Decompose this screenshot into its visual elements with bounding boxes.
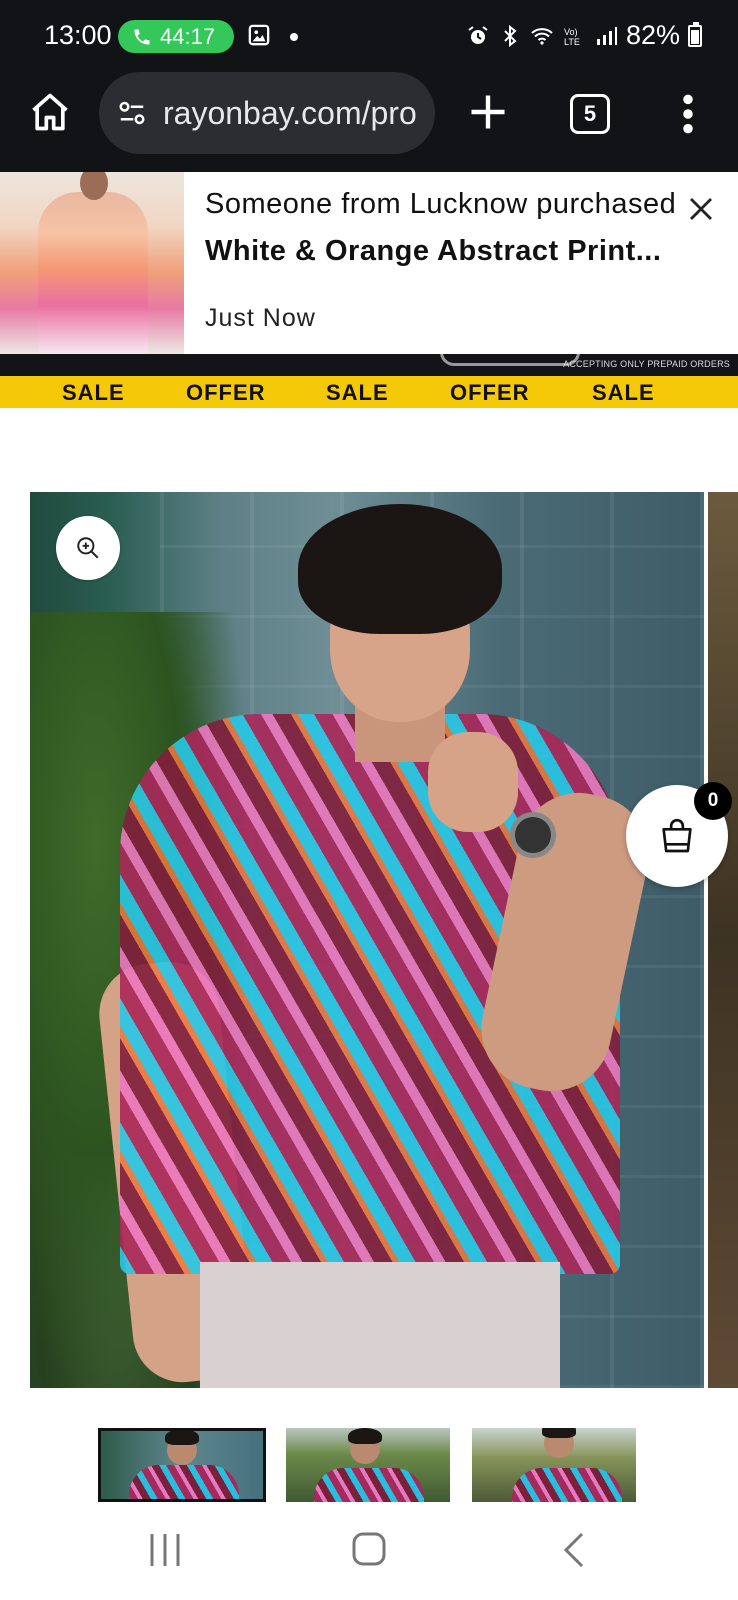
notification-product-image	[0, 172, 184, 354]
product-image-next-peek[interactable]	[708, 492, 738, 1388]
battery-percent: 82%	[625, 20, 680, 50]
phone-icon	[134, 29, 150, 44]
bluetooth-icon	[504, 24, 517, 47]
wifi-icon	[531, 27, 553, 45]
prepaid-notice: ACCEPTING ONLY PREPAID ORDERS	[563, 359, 730, 369]
back-icon[interactable]	[562, 1532, 586, 1568]
system-nav-bar	[0, 1502, 738, 1600]
notification-message: Someone from Lucknow purchased	[205, 188, 677, 220]
call-timer: 44:17	[160, 23, 216, 49]
recent-apps-icon[interactable]	[148, 1532, 182, 1568]
url-text: rayonbay.com/pro	[163, 94, 417, 131]
status-bar: 13:00 44:17 Vo) LTE 82%	[0, 0, 738, 72]
ongoing-call-pill[interactable]: 44:17	[118, 20, 234, 53]
battery-icon	[688, 21, 702, 47]
sale-ticker: SALE OFFER SALE OFFER SALE	[0, 376, 738, 408]
zoom-in-icon	[77, 537, 99, 559]
product-image-main[interactable]	[30, 492, 704, 1388]
notification-product-name[interactable]: White & Orange Abstract Print...	[205, 235, 661, 268]
svg-text:Vo): Vo)	[564, 27, 578, 37]
browser-toolbar: rayonbay.com/pro 5	[0, 72, 738, 172]
home-icon[interactable]	[28, 90, 72, 134]
ticker-item: SALE	[62, 380, 125, 405]
purchase-notification[interactable]: Someone from Lucknow purchased White & O…	[0, 172, 738, 354]
tab-switcher-button[interactable]: 5	[570, 94, 610, 134]
cart-count-badge: 0	[694, 782, 732, 820]
shopping-bag-icon	[662, 818, 692, 853]
status-icons: Vo) LTE 82%	[466, 20, 702, 51]
signal-icon	[596, 26, 617, 45]
zoom-button[interactable]	[56, 516, 120, 580]
product-thumbnail-3[interactable]	[472, 1428, 636, 1502]
notification-time: Just Now	[205, 304, 316, 332]
new-tab-icon[interactable]	[466, 90, 510, 134]
notification-dot	[290, 33, 298, 41]
volte-icon: Vo)LTE	[564, 27, 580, 47]
close-icon[interactable]	[686, 194, 716, 224]
alarm-icon	[468, 25, 488, 44]
status-time: 13:00	[44, 20, 112, 50]
promo-banner: ACCEPTING ONLY PREPAID ORDERS	[0, 354, 738, 376]
ticker-item: SALE	[326, 380, 389, 405]
product-thumbnail-2[interactable]	[286, 1428, 450, 1502]
ticker-item: OFFER	[450, 380, 530, 405]
nav-home-icon[interactable]	[352, 1532, 386, 1566]
ticker-item: OFFER	[186, 380, 266, 405]
overflow-menu-icon[interactable]	[678, 92, 698, 136]
product-thumbnail-1[interactable]	[98, 1428, 266, 1502]
site-settings-icon[interactable]	[117, 98, 147, 128]
gallery-icon	[248, 24, 270, 46]
address-bar[interactable]: rayonbay.com/pro	[99, 72, 435, 154]
ticker-item: SALE	[592, 380, 655, 405]
svg-text:LTE: LTE	[564, 37, 580, 47]
